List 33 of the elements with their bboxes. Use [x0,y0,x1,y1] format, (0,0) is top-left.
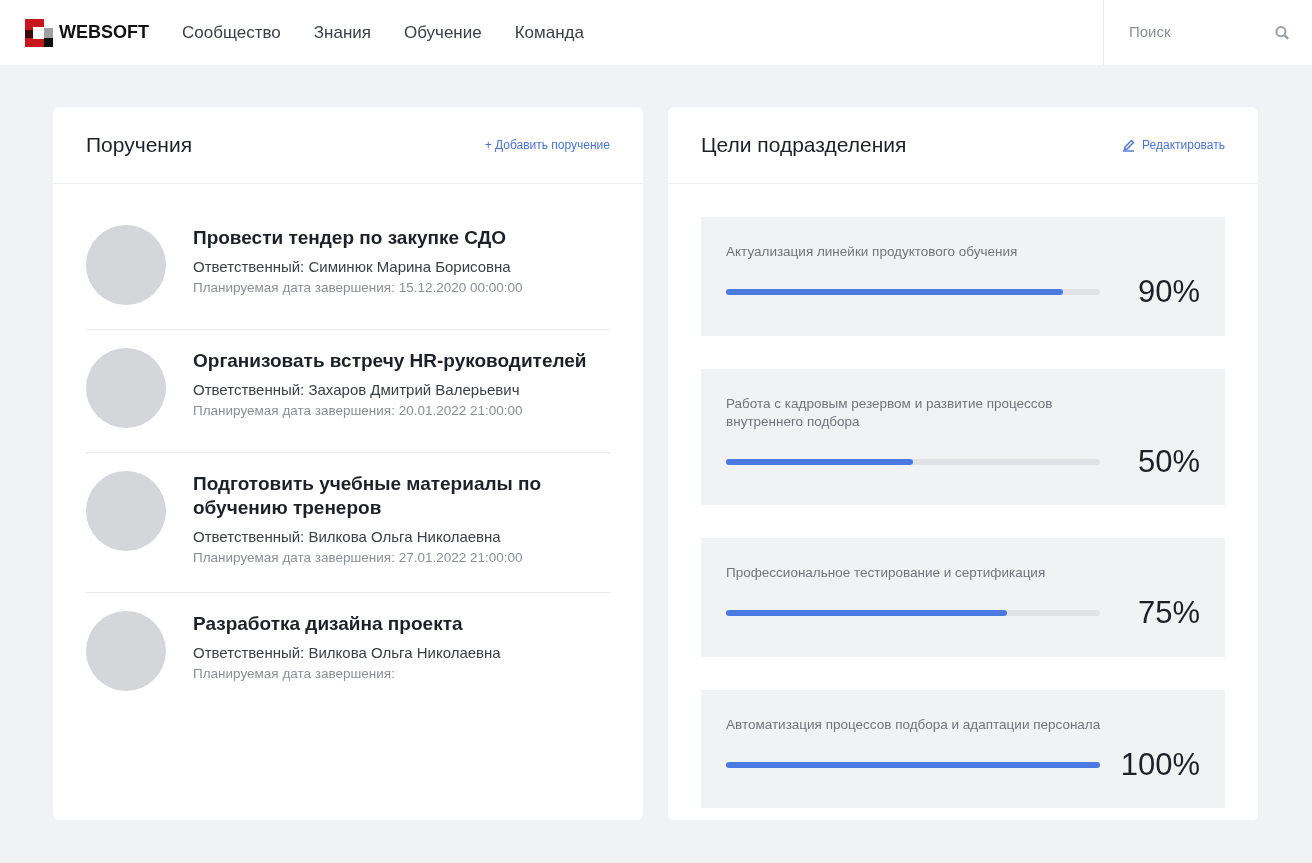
task-due-date: Планируемая дата завершения: [193,665,396,683]
goal-name: Профессиональное тестирование и сертификация [726,564,1047,582]
task-responsible: Ответственный: Вилкова Ольга Николаевна [193,643,501,663]
goal-percent: 100% [1119,745,1200,784]
task-responsible: Ответственный: Симинюк Марина Борисовна [193,257,512,277]
task-responsible: Ответственный: Захаров Дмитрий Валерьевич [193,380,521,400]
nav-link[interactable]: Сообщество [182,19,281,46]
goal-name: Актуализация линейки продуктового обучения [726,243,1019,261]
task-title[interactable]: Подготовить учебные материалы по обучению тренеров [193,472,610,520]
task-responsible: Ответственный: Вилкова Ольга Николаевна [193,527,502,547]
task-due-date: Планируемая дата завершения: 20.01.2022 21:00:00 [193,402,524,420]
goal-percent: 75% [1136,594,1200,632]
goal-name: Работа с кадровым резервом и развитие процессов внутреннего подбора [726,394,1054,431]
task-title[interactable]: Провести тендер по закупке СДО [193,226,523,250]
nav-link[interactable]: Команда [514,19,584,46]
logo-icon [25,18,53,47]
task-title[interactable]: Разработка дизайна проекта [193,612,501,636]
search-icon[interactable] [1275,24,1290,41]
goal-name: Автоматизация процессов подбора и адаптации персонала [726,715,1102,734]
task-due-date: Планируемая дата завершения: 27.01.2022 21:00:00 [193,549,524,567]
goal-percent: 50% [1136,442,1200,481]
task-title[interactable]: Организовать встречу HR-руководителей [193,349,587,373]
search-field[interactable]: Поиск [1129,21,1276,44]
card-title: Цели подразделения [701,132,907,159]
goal-percent: 90% [1136,273,1200,311]
edit-link[interactable]: Редактировать [1122,136,1225,154]
pencil-icon [1122,138,1137,152]
task-due-date: Планируемая дата завершения: 15.12.2020 00:00:00 [193,279,523,297]
add-task-link[interactable]: + Добавить поручение [484,136,610,154]
card-title: Поручения [86,132,193,159]
nav-link[interactable]: Обучение [403,19,482,46]
logo-text: WEBSOFT [59,21,149,44]
nav-link[interactable]: Знания [313,19,371,46]
